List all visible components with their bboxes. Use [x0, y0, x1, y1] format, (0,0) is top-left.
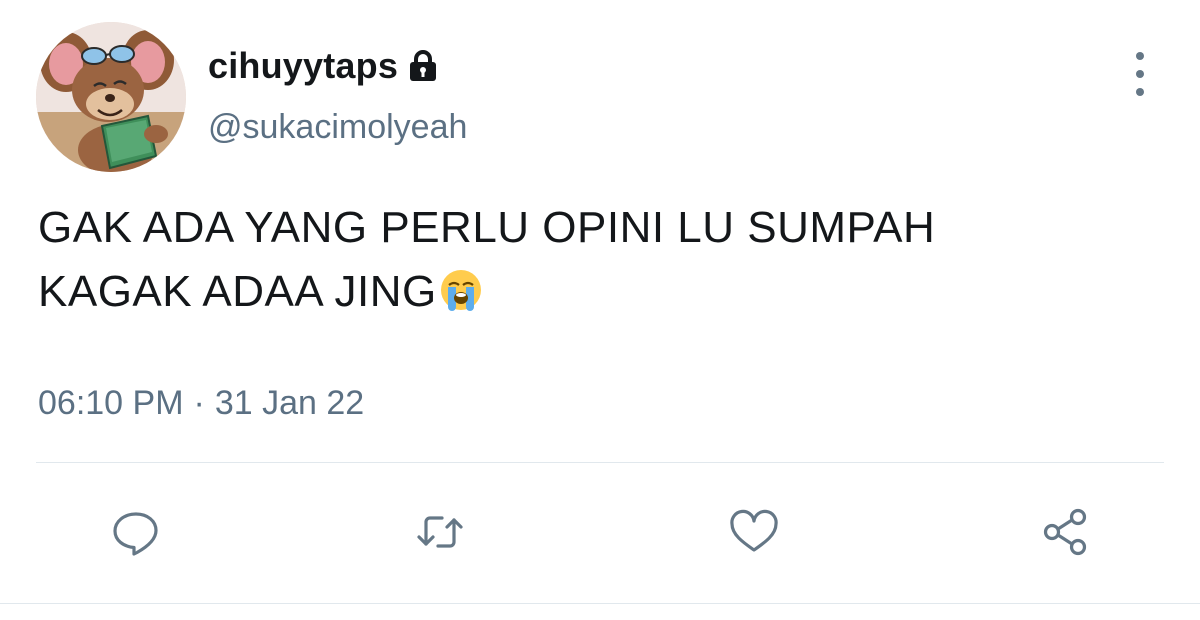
- tweet-text: GAK ADA YANG PERLU OPINI LU SUMPAH KAGAK…: [38, 196, 1138, 324]
- more-dot-icon: [1136, 88, 1144, 96]
- username[interactable]: @sukacimolyeah: [208, 108, 467, 147]
- tweet-text-line-2: KAGAK ADAA JING: [38, 260, 1138, 324]
- share-button[interactable]: [1033, 500, 1097, 564]
- more-options-button[interactable]: [1128, 52, 1152, 96]
- display-name[interactable]: cihuyytaps: [208, 45, 398, 87]
- avatar-image: [36, 22, 186, 172]
- divider: [36, 462, 1164, 463]
- reply-button[interactable]: [104, 500, 168, 564]
- more-dot-icon: [1136, 70, 1144, 78]
- tweet-time: 06:10 PM: [38, 384, 184, 422]
- retweet-icon: [417, 516, 463, 548]
- author-name-row: cihuyytaps: [208, 44, 438, 88]
- loudly-crying-face-icon: [439, 268, 483, 312]
- share-icon: [1043, 508, 1087, 556]
- reply-icon: [113, 512, 158, 556]
- like-button[interactable]: [722, 500, 786, 564]
- tweet-text-line: GAK ADA YANG PERLU OPINI LU SUMPAH: [38, 203, 936, 252]
- more-dot-icon: [1136, 52, 1144, 60]
- tweet-timestamp[interactable]: 06:10 PM · 31 Jan 22: [38, 384, 364, 423]
- action-bar: [0, 500, 1200, 564]
- timestamp-separator: ·: [193, 384, 205, 422]
- divider: [0, 603, 1200, 604]
- tweet-card: cihuyytaps @sukacimolyeah GAK ADA YANG P…: [0, 0, 1200, 620]
- heart-icon: [730, 509, 778, 552]
- avatar[interactable]: [36, 22, 186, 172]
- lock-icon: [408, 49, 438, 83]
- retweet-button[interactable]: [408, 500, 472, 564]
- tweet-date: 31 Jan 22: [214, 384, 365, 422]
- tweet-text-line: KAGAK ADAA JING: [38, 267, 437, 316]
